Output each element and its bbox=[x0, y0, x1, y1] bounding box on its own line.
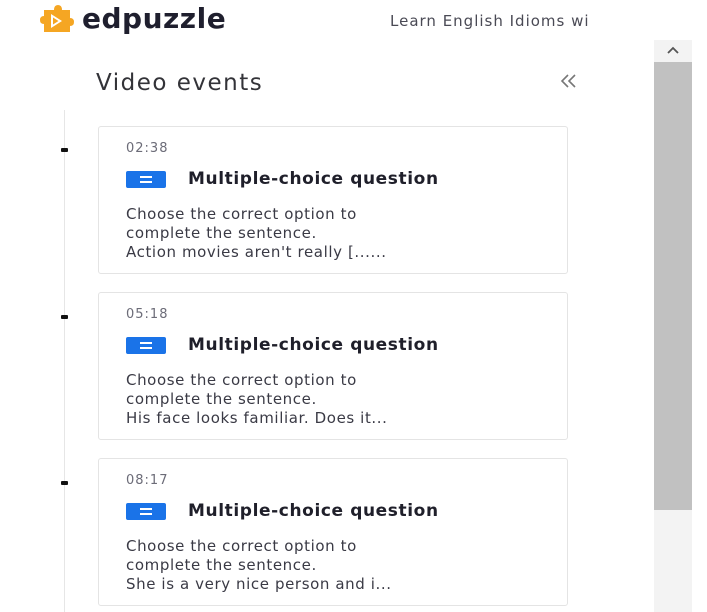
scroll-up-button[interactable] bbox=[654, 40, 692, 62]
edpuzzle-page: edpuzzle Learn English Idioms wi Video e… bbox=[0, 0, 707, 612]
video-title: Learn English Idioms wi bbox=[390, 12, 590, 30]
top-bar: edpuzzle Learn English Idioms wi bbox=[0, 0, 707, 42]
event-type-label: Multiple-choice question bbox=[188, 501, 439, 521]
event-timestamp: 02:38 bbox=[126, 141, 169, 156]
timeline-line bbox=[64, 110, 65, 612]
timeline-marker bbox=[61, 315, 68, 319]
chevron-up-icon bbox=[667, 46, 679, 54]
question-line: Action movies aren't really [...... bbox=[126, 243, 387, 261]
event-type-row: Multiple-choice question bbox=[126, 169, 439, 189]
multiple-choice-icon bbox=[126, 502, 166, 520]
question-line: complete the sentence. bbox=[126, 224, 317, 242]
video-event-card[interactable]: 02:38 Multiple-choice question Choose th… bbox=[98, 126, 568, 274]
question-line: She is a very nice person and i... bbox=[126, 575, 392, 593]
collapse-panel-button[interactable] bbox=[556, 68, 582, 94]
edpuzzle-puzzle-logo-icon bbox=[40, 4, 74, 32]
panel-title: Video events bbox=[96, 70, 264, 96]
timeline-marker bbox=[61, 481, 68, 485]
vertical-scrollbar[interactable] bbox=[654, 40, 692, 612]
event-question-preview: Choose the correct option to complete th… bbox=[126, 205, 556, 262]
edpuzzle-logo[interactable]: edpuzzle bbox=[40, 2, 226, 35]
video-event-card[interactable]: 05:18 Multiple-choice question Choose th… bbox=[98, 292, 568, 440]
event-type-row: Multiple-choice question bbox=[126, 335, 439, 355]
question-line: complete the sentence. bbox=[126, 390, 317, 408]
multiple-choice-icon bbox=[126, 170, 166, 188]
logo-text: edpuzzle bbox=[82, 2, 227, 35]
double-chevron-left-icon bbox=[560, 74, 576, 88]
video-event-card[interactable]: 08:17 Multiple-choice question Choose th… bbox=[98, 458, 568, 606]
event-timestamp: 08:17 bbox=[126, 473, 169, 488]
event-question-preview: Choose the correct option to complete th… bbox=[126, 537, 556, 594]
event-timestamp: 05:18 bbox=[126, 307, 169, 322]
question-line: complete the sentence. bbox=[126, 556, 317, 574]
event-question-preview: Choose the correct option to complete th… bbox=[126, 371, 556, 428]
event-type-label: Multiple-choice question bbox=[188, 169, 439, 189]
event-type-label: Multiple-choice question bbox=[188, 335, 439, 355]
question-line: His face looks familiar. Does it... bbox=[126, 409, 388, 427]
question-line: Choose the correct option to bbox=[126, 205, 357, 223]
event-type-row: Multiple-choice question bbox=[126, 501, 439, 521]
scrollbar-thumb[interactable] bbox=[654, 62, 692, 510]
timeline-marker bbox=[61, 148, 68, 152]
question-line: Choose the correct option to bbox=[126, 371, 357, 389]
multiple-choice-icon bbox=[126, 336, 166, 354]
question-line: Choose the correct option to bbox=[126, 537, 357, 555]
